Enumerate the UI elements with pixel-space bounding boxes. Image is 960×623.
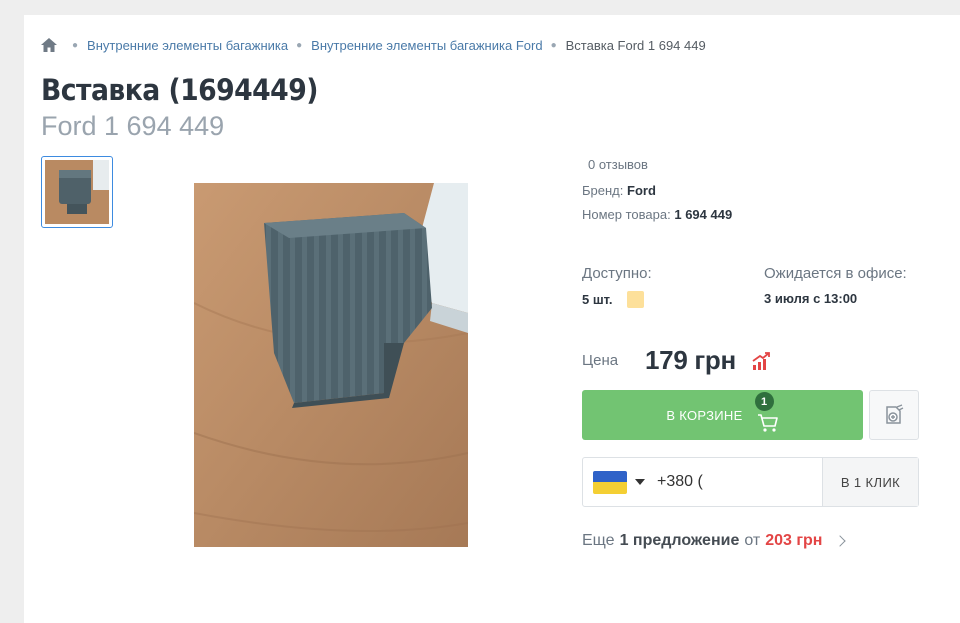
breadcrumb-separator: ● bbox=[72, 39, 79, 51]
brand-value: Ford bbox=[627, 183, 656, 198]
cart-icon-wrap: 1 bbox=[754, 392, 779, 435]
in-cart-button[interactable]: В КОРЗИНЕ 1 bbox=[582, 390, 863, 440]
chevron-right-icon bbox=[834, 535, 847, 547]
product-thumbnail-image bbox=[45, 160, 109, 224]
home-icon[interactable] bbox=[40, 37, 58, 53]
expected-value: 3 июля с 13:00 bbox=[764, 291, 858, 306]
price-history-icon[interactable] bbox=[751, 351, 771, 371]
breadcrumb-separator: ● bbox=[550, 39, 557, 51]
cart-icon bbox=[757, 414, 778, 432]
stock-indicator bbox=[626, 291, 644, 308]
price-value: 179 грн bbox=[645, 345, 736, 375]
offers-prefix: Еще bbox=[582, 532, 615, 549]
cart-button-label: В КОРЗИНЕ bbox=[666, 407, 743, 423]
cart-count-badge: 1 bbox=[754, 392, 774, 411]
more-offers-link[interactable]: Еще 1 предложение от 203 грн bbox=[582, 532, 847, 550]
page-subtitle: Ford 1 694 449 bbox=[41, 111, 225, 141]
product-photo bbox=[194, 183, 468, 547]
breadcrumb-link-trunk-interior-ford[interactable]: Внутренние элементы багажника Ford bbox=[311, 38, 542, 53]
brand-row: Бренд: Ford bbox=[582, 183, 656, 198]
availability-label: Доступно: bbox=[582, 265, 652, 282]
breadcrumb-link-trunk-interior[interactable]: Внутренние элементы багажника bbox=[87, 38, 288, 53]
product-thumbnail[interactable] bbox=[41, 156, 113, 228]
product-page: ● Внутренние элементы багажника ● Внутре… bbox=[24, 15, 960, 623]
phone-input[interactable] bbox=[657, 473, 807, 491]
page-title: Вставка (1694449) bbox=[41, 73, 318, 107]
breadcrumb: ● Внутренние элементы багажника ● Внутре… bbox=[40, 37, 706, 53]
quick-order-form: В 1 КЛИК bbox=[582, 457, 919, 507]
breadcrumb-separator: ● bbox=[296, 39, 303, 51]
part-number-row: Номер товара: 1 694 449 bbox=[582, 207, 732, 222]
add-to-list-icon bbox=[886, 404, 904, 424]
availability-value: 5 шт. bbox=[582, 291, 644, 308]
stock-count: 5 шт. bbox=[582, 292, 613, 307]
breadcrumb-current: Вставка Ford 1 694 449 bbox=[565, 37, 706, 53]
part-number-value: 1 694 449 bbox=[674, 207, 733, 222]
add-to-list-button[interactable] bbox=[869, 390, 919, 440]
product-main-image[interactable] bbox=[194, 183, 468, 547]
brand-label: Бренд: bbox=[582, 183, 624, 198]
offers-min-price: 203 грн bbox=[765, 532, 823, 549]
offers-count: 1 предложение bbox=[619, 532, 740, 549]
price-label: Цена bbox=[582, 352, 619, 369]
part-number-label: Номер товара: bbox=[582, 207, 671, 222]
offers-from: от bbox=[744, 532, 761, 549]
country-dropdown-icon[interactable] bbox=[635, 479, 645, 485]
expected-label: Ожидается в офисе: bbox=[764, 265, 907, 282]
reviews-link[interactable]: 0 отзывов bbox=[588, 157, 648, 172]
ukraine-flag-icon[interactable] bbox=[593, 470, 627, 494]
one-click-buy-button[interactable]: В 1 КЛИК bbox=[822, 458, 918, 506]
